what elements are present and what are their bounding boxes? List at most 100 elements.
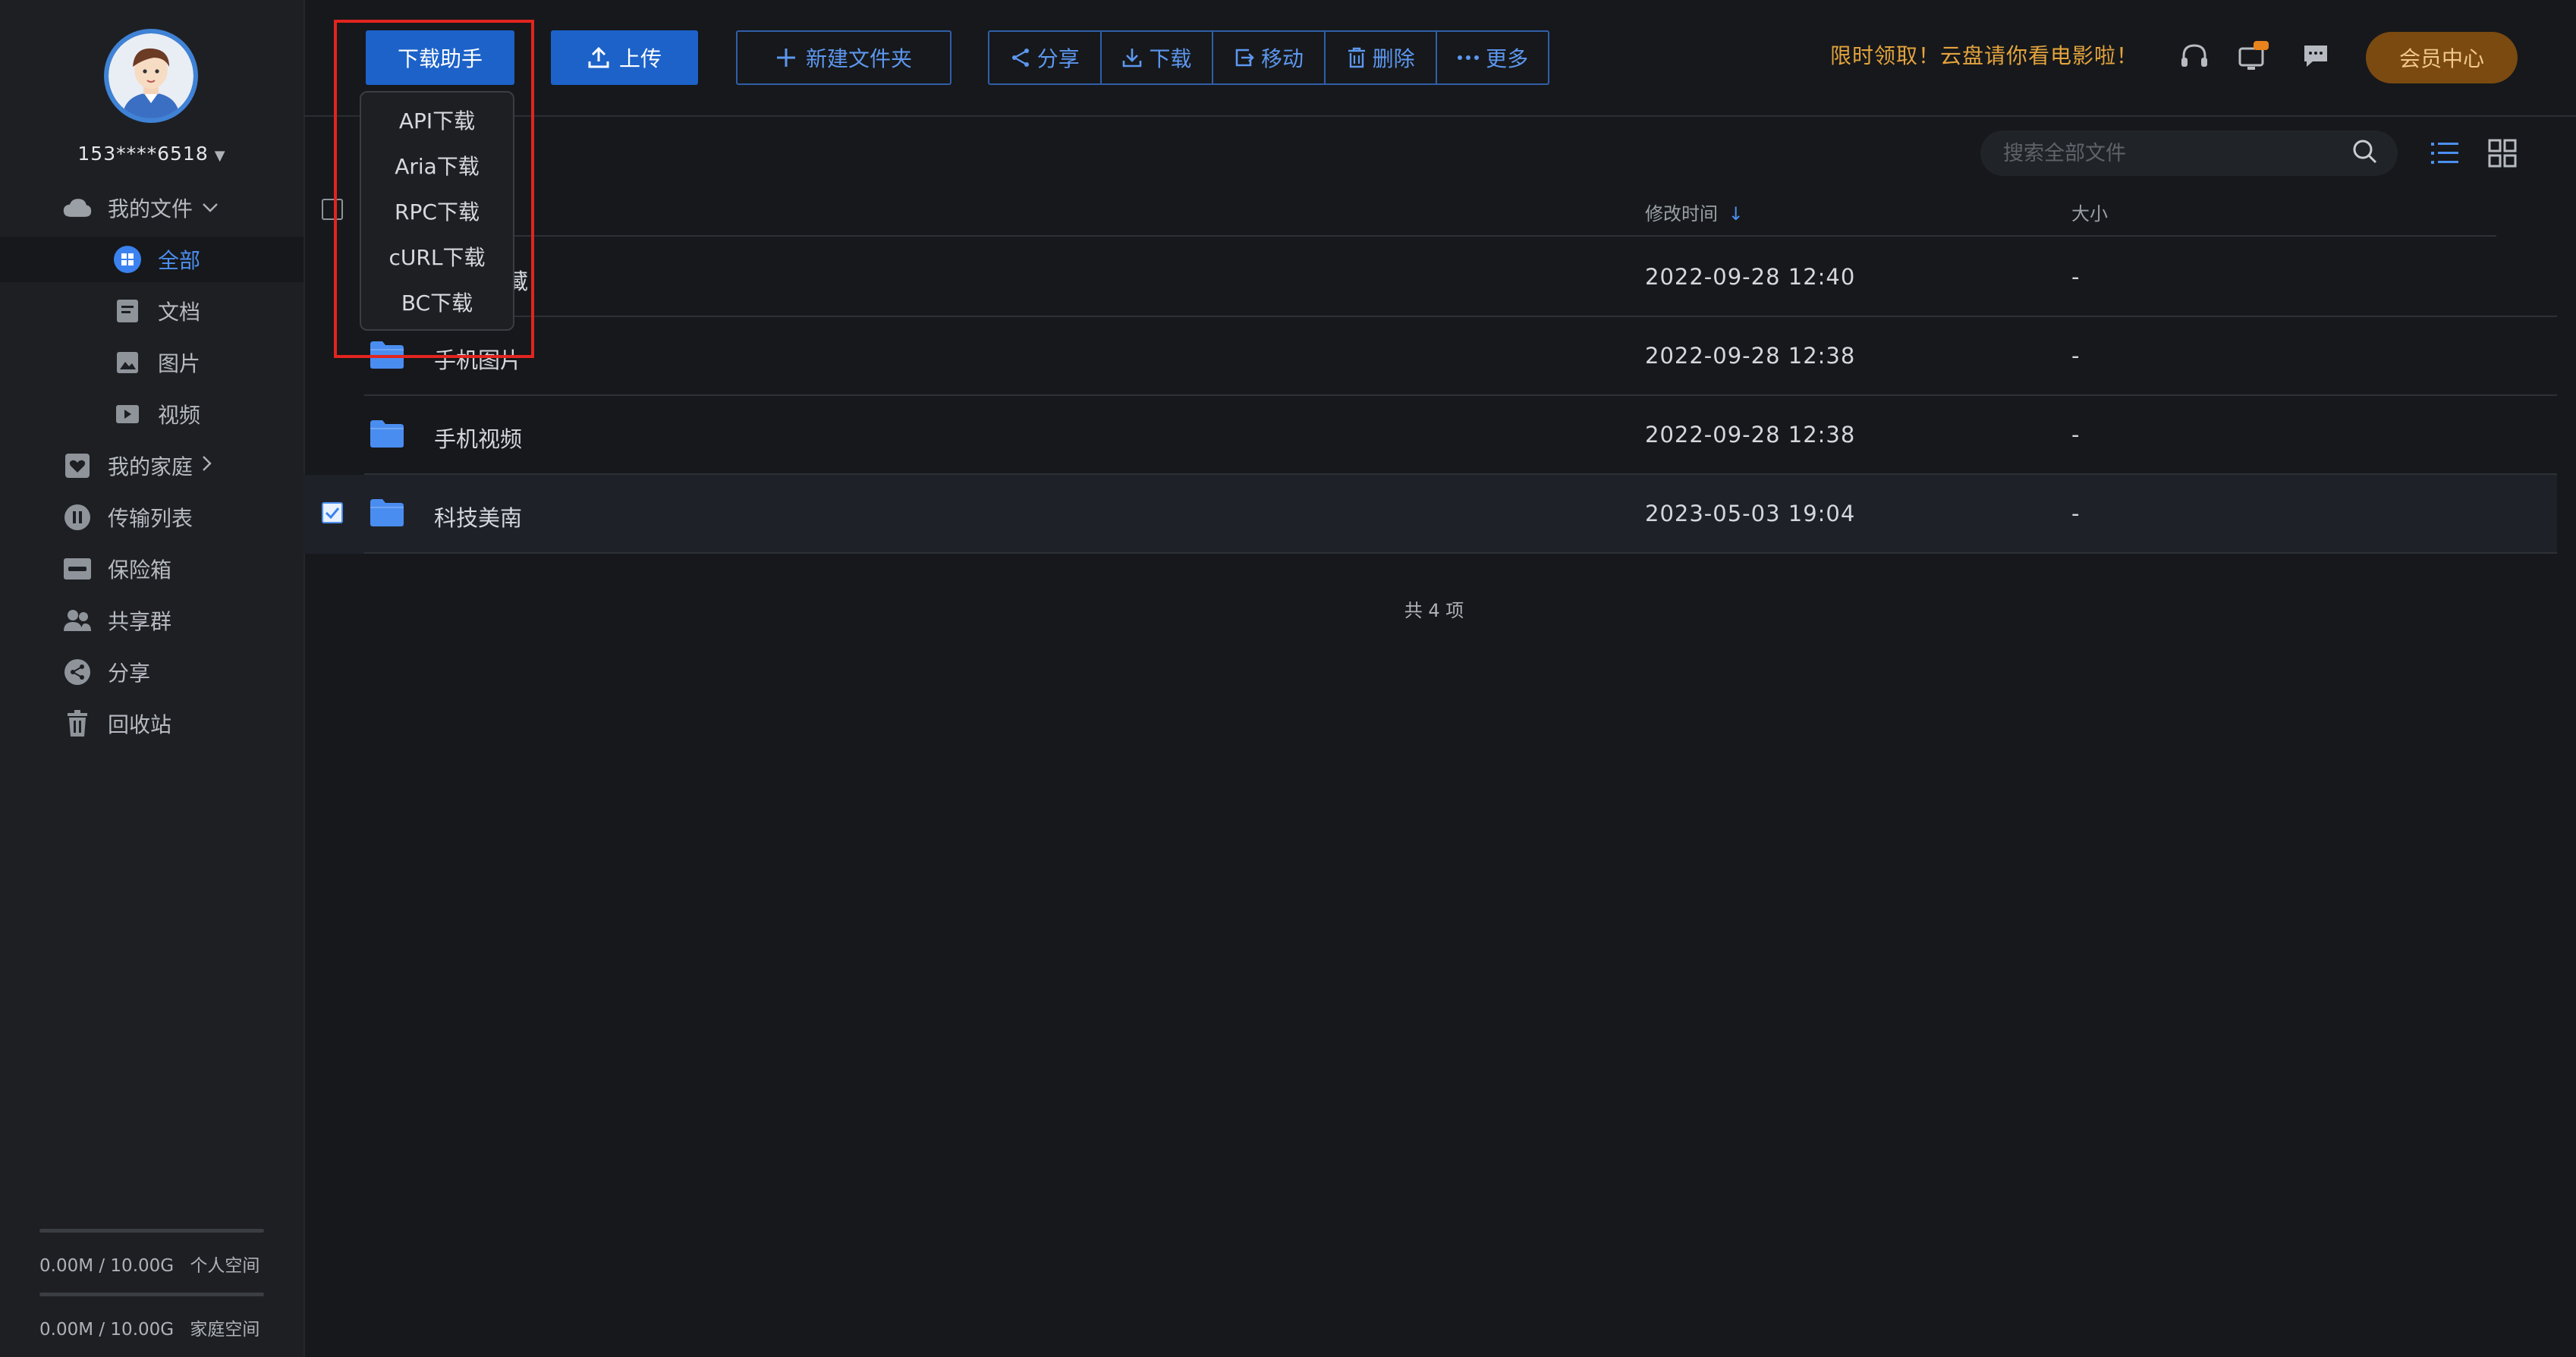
nav-my-files-label: 我的文件 — [108, 196, 193, 221]
pc-client-icon[interactable] — [2237, 39, 2270, 73]
sidebar-item-label: 文档 — [158, 300, 201, 325]
nav-vault-label: 保险箱 — [108, 558, 172, 583]
total-count: 共 4 项 — [1404, 600, 1464, 621]
table-row[interactable]: 科技美南 2023-05-03 19:04 - — [304, 475, 2557, 554]
message-icon[interactable] — [2299, 39, 2332, 73]
delete-button[interactable]: 删除 — [1326, 32, 1438, 83]
more-label: 更多 — [1486, 46, 1529, 71]
file-size: - — [2071, 343, 2080, 369]
search-icon[interactable] — [2352, 139, 2378, 168]
table-row[interactable]: 手机图片 2022-09-28 12:38 - — [304, 317, 2557, 396]
nav-my-files[interactable]: 我的文件 — [0, 185, 304, 231]
storage-family-bar — [39, 1293, 264, 1296]
more-icon — [1457, 54, 1480, 61]
nav-vault[interactable]: 保险箱 — [0, 546, 304, 592]
sidebar-item-label: 视频 — [158, 403, 201, 428]
file-action-group: 分享 下载 移动 删除 更多 — [988, 30, 1549, 85]
column-header-modified-label: 修改时间 — [1645, 203, 1718, 225]
share-icon — [1010, 47, 1031, 68]
video-icon — [112, 399, 143, 429]
storage-family-value: 0.00M / 10.00G — [39, 1320, 175, 1340]
move-label: 移动 — [1260, 46, 1304, 71]
headset-icon[interactable] — [2178, 39, 2211, 73]
file-size: - — [2071, 264, 2080, 290]
caret-down-icon: ▼ — [214, 148, 226, 164]
file-size: - — [2071, 501, 2080, 526]
grid-icon — [112, 244, 143, 275]
table-row[interactable]: 手机视频 2022-09-28 12:38 - — [304, 396, 2557, 475]
sidebar-item-docs[interactable]: 文档 — [0, 288, 304, 334]
more-button[interactable]: 更多 — [1437, 32, 1548, 83]
checkbox-checked-icon[interactable] — [322, 502, 343, 523]
safe-icon — [62, 554, 93, 584]
promo-banner[interactable]: 限时领取！云盘请你看电影啦！ — [1830, 39, 2138, 70]
upload-icon — [587, 46, 610, 69]
nav-family[interactable]: 我的家庭 — [0, 443, 304, 488]
nav-transfer-label: 传输列表 — [108, 506, 193, 531]
header-divider — [364, 235, 2496, 237]
document-icon — [112, 296, 143, 326]
sort-arrow-icon: ↓ — [1728, 203, 1744, 225]
chevron-down-icon — [202, 199, 219, 218]
new-folder-button[interactable]: 新建文件夹 — [736, 30, 951, 85]
storage-personal-bar — [39, 1229, 264, 1233]
new-folder-label: 新建文件夹 — [805, 46, 912, 71]
chevron-right-icon — [202, 455, 212, 476]
nav-share-group[interactable]: 共享群 — [0, 598, 304, 643]
file-modified: 2022-09-28 12:38 — [1645, 343, 1856, 369]
column-header-size[interactable]: 大小 — [2071, 199, 2108, 225]
sidebar-item-label: 全部 — [158, 248, 201, 273]
download-label: 下载 — [1149, 46, 1192, 71]
sidebar-item-videos[interactable]: 视频 — [0, 391, 304, 437]
share-icon — [62, 657, 93, 687]
nav-transfer[interactable]: 传输列表 — [0, 495, 304, 540]
nav-recycle[interactable]: 回收站 — [0, 701, 304, 746]
search-input[interactable] — [2002, 140, 2352, 166]
username[interactable]: 153****6518 ▼ — [0, 143, 304, 165]
folder-icon — [369, 419, 405, 452]
sidebar-item-label: 图片 — [158, 351, 201, 376]
file-name[interactable]: 科技美南 — [434, 501, 522, 532]
username-text: 153****6518 — [77, 143, 209, 165]
sidebar-item-all[interactable]: 全部 — [0, 237, 304, 282]
nav-share-group-label: 共享群 — [108, 609, 172, 634]
sidebar: 153****6518 ▼ 我的文件 全部 文档 图片 视频 我的家庭 传输列表… — [0, 0, 305, 1357]
file-modified: 2022-09-28 12:40 — [1645, 264, 1856, 290]
storage-personal-label: 个人空间 — [190, 1256, 260, 1276]
search-box — [1980, 130, 2398, 176]
heart-icon — [62, 451, 93, 481]
users-icon — [62, 605, 93, 636]
folder-icon — [369, 498, 405, 531]
transfer-icon — [62, 502, 93, 532]
storage-family-label: 家庭空间 — [190, 1320, 260, 1340]
nav-recycle-label: 回收站 — [108, 712, 172, 737]
share-button[interactable]: 分享 — [989, 32, 1102, 83]
grid-view-icon[interactable] — [2486, 137, 2519, 170]
move-icon — [1234, 47, 1255, 68]
upload-label: 上传 — [618, 46, 662, 71]
storage-personal-value: 0.00M / 10.00G — [39, 1256, 175, 1276]
move-button[interactable]: 移动 — [1213, 32, 1326, 83]
storage-personal: 0.00M / 10.00G 个人空间 — [39, 1229, 264, 1277]
row-divider — [364, 552, 2557, 554]
annotation-highlight-box — [334, 20, 534, 358]
download-icon — [1121, 47, 1143, 68]
share-label: 分享 — [1036, 46, 1080, 71]
sidebar-item-images[interactable]: 图片 — [0, 340, 304, 385]
download-button[interactable]: 下载 — [1102, 32, 1214, 83]
cloud-icon — [62, 193, 93, 223]
trash-icon — [62, 708, 93, 739]
upload-button[interactable]: 上传 — [551, 30, 698, 85]
row-checkbox[interactable] — [322, 502, 343, 523]
nav-family-label: 我的家庭 — [108, 454, 193, 479]
nav-share[interactable]: 分享 — [0, 649, 304, 695]
avatar[interactable] — [104, 29, 198, 123]
file-modified: 2022-09-28 12:38 — [1645, 422, 1856, 448]
list-view-icon[interactable] — [2428, 137, 2461, 170]
file-name[interactable]: 手机视频 — [434, 422, 522, 454]
file-modified: 2023-05-03 19:04 — [1645, 501, 1856, 526]
image-icon — [112, 347, 143, 378]
column-header-modified[interactable]: 修改时间 ↓ — [1645, 199, 1744, 225]
vip-center-button[interactable]: 会员中心 — [2366, 32, 2518, 83]
table-row[interactable]: 收藏 2022-09-28 12:40 - — [304, 238, 2557, 317]
